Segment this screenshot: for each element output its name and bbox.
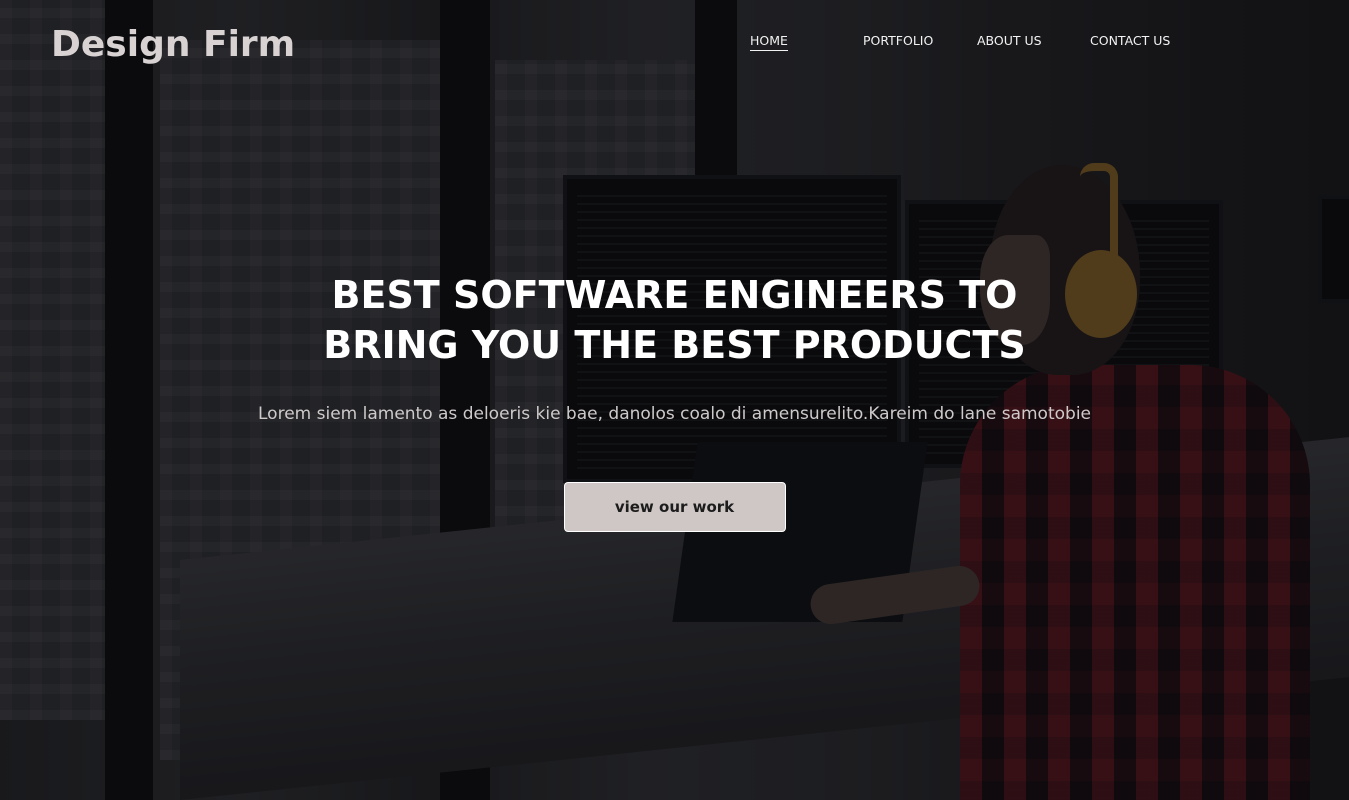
hero-section: Design Firm HOME PORTFOLIO ABOUT US CONT… [0, 0, 1349, 800]
nav-link-about-us[interactable]: ABOUT US [977, 33, 1042, 50]
view-our-work-button[interactable]: view our work [563, 482, 786, 532]
hero-title-line-1: BEST SOFTWARE ENGINEERS TO [331, 273, 1018, 317]
hero-content: BEST SOFTWARE ENGINEERS TO BRING YOU THE… [0, 270, 1349, 532]
site-header: Design Firm HOME PORTFOLIO ABOUT US CONT… [0, 0, 1349, 90]
nav-link-home[interactable]: HOME [750, 33, 788, 51]
nav-link-portfolio[interactable]: PORTFOLIO [863, 33, 933, 50]
hero-title: BEST SOFTWARE ENGINEERS TO BRING YOU THE… [295, 270, 1055, 370]
main-nav: HOME PORTFOLIO ABOUT US CONTACT US [0, 33, 1349, 57]
nav-link-contact-us[interactable]: CONTACT US [1090, 33, 1170, 50]
hero-subtitle: Lorem siem lamento as deloeris kie bae, … [258, 404, 1091, 424]
hero-title-line-2: BRING YOU THE BEST PRODUCTS [323, 323, 1026, 367]
